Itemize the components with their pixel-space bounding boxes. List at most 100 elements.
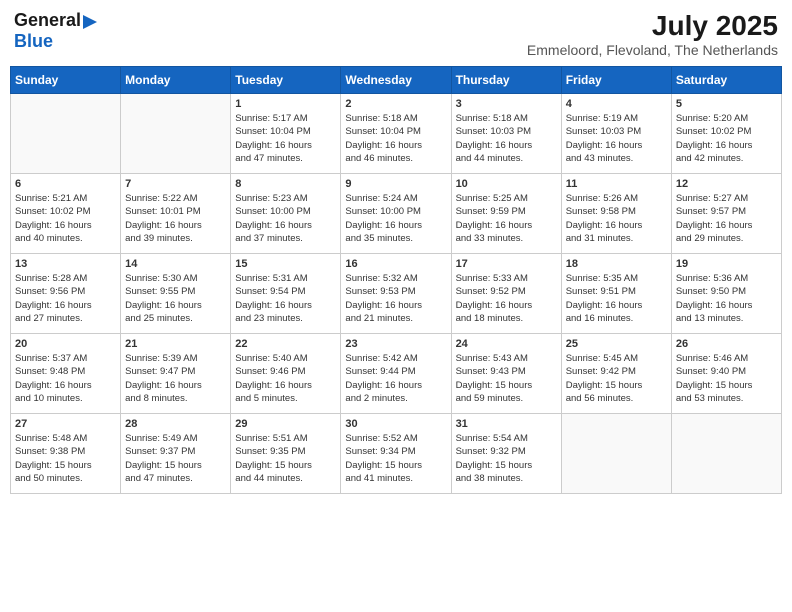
calendar-cell: 31 Sunrise: 5:54 AM Sunset: 9:32 PM Dayli… [451,414,561,494]
day-number: 20 [15,338,116,350]
day-info: Sunrise: 5:22 AM Sunset: 10:01 PM Daylig… [125,192,226,245]
weekday-header-wednesday: Wednesday [341,67,451,94]
day-info: Sunrise: 5:45 AM Sunset: 9:42 PM Dayligh… [566,352,667,405]
day-info: Sunrise: 5:49 AM Sunset: 9:37 PM Dayligh… [125,432,226,485]
weekday-header-row: SundayMondayTuesdayWednesdayThursdayFrid… [11,67,782,94]
day-info: Sunrise: 5:27 AM Sunset: 9:57 PM Dayligh… [676,192,777,245]
location-subtitle: Emmeloord, Flevoland, The Netherlands [527,42,778,58]
calendar-cell: 14Sunrise: 5:30 AM Sunset: 9:55 PM Dayli… [121,254,231,334]
day-info: Sunrise: 5:26 AM Sunset: 9:58 PM Dayligh… [566,192,667,245]
day-info: Sunrise: 5:32 AM Sunset: 9:53 PM Dayligh… [345,272,446,325]
day-number: 27 [15,418,116,430]
weekday-header-monday: Monday [121,67,231,94]
logo-arrow-icon [83,15,101,29]
calendar-cell: 13Sunrise: 5:28 AM Sunset: 9:56 PM Dayli… [11,254,121,334]
week-row-3: 13Sunrise: 5:28 AM Sunset: 9:56 PM Dayli… [11,254,782,334]
logo-text-general: General [14,10,81,31]
calendar-cell: 1 Sunrise: 5:17 AM Sunset: 10:04 PM Dayli… [231,94,341,174]
day-number: 15 [235,258,336,270]
calendar-table: SundayMondayTuesdayWednesdayThursdayFrid… [10,66,782,494]
day-number: 24 [456,338,557,350]
calendar-cell: 25 Sunrise: 5:45 AM Sunset: 9:42 PM Dayli… [561,334,671,414]
day-info: Sunrise: 5:23 AM Sunset: 10:00 PM Daylig… [235,192,336,245]
logo-text-blue: Blue [14,31,53,51]
calendar-cell: 26 Sunrise: 5:46 AM Sunset: 9:40 PM Dayli… [671,334,781,414]
calendar-cell: 4 Sunrise: 5:19 AM Sunset: 10:03 PM Dayli… [561,94,671,174]
calendar-cell: 19 Sunrise: 5:36 AM Sunset: 9:50 PM Dayli… [671,254,781,334]
title-section: July 2025 Emmeloord, Flevoland, The Neth… [527,10,778,58]
day-number: 31 [456,418,557,430]
day-info: Sunrise: 5:42 AM Sunset: 9:44 PM Dayligh… [345,352,446,405]
day-number: 29 [235,418,336,430]
week-row-1: 1 Sunrise: 5:17 AM Sunset: 10:04 PM Dayli… [11,94,782,174]
day-info: Sunrise: 5:33 AM Sunset: 9:52 PM Dayligh… [456,272,557,325]
calendar-cell: 2Sunrise: 5:18 AM Sunset: 10:04 PM Dayli… [341,94,451,174]
calendar-cell: 6 Sunrise: 5:21 AM Sunset: 10:02 PM Dayli… [11,174,121,254]
day-info: Sunrise: 5:18 AM Sunset: 10:03 PM Daylig… [456,112,557,165]
day-info: Sunrise: 5:39 AM Sunset: 9:47 PM Dayligh… [125,352,226,405]
day-info: Sunrise: 5:46 AM Sunset: 9:40 PM Dayligh… [676,352,777,405]
day-number: 26 [676,338,777,350]
day-info: Sunrise: 5:37 AM Sunset: 9:48 PM Dayligh… [15,352,116,405]
day-info: Sunrise: 5:48 AM Sunset: 9:38 PM Dayligh… [15,432,116,485]
calendar-cell: 3 Sunrise: 5:18 AM Sunset: 10:03 PM Dayli… [451,94,561,174]
day-info: Sunrise: 5:25 AM Sunset: 9:59 PM Dayligh… [456,192,557,245]
day-info: Sunrise: 5:43 AM Sunset: 9:43 PM Dayligh… [456,352,557,405]
month-year-title: July 2025 [527,10,778,42]
calendar-cell: 5 Sunrise: 5:20 AM Sunset: 10:02 PM Dayli… [671,94,781,174]
weekday-header-saturday: Saturday [671,67,781,94]
day-number: 11 [566,178,667,190]
day-number: 13 [15,258,116,270]
calendar-cell: 20 Sunrise: 5:37 AM Sunset: 9:48 PM Dayli… [11,334,121,414]
day-info: Sunrise: 5:54 AM Sunset: 9:32 PM Dayligh… [456,432,557,485]
day-number: 9 [345,178,446,190]
day-number: 3 [456,98,557,110]
day-number: 7 [125,178,226,190]
day-number: 17 [456,258,557,270]
day-number: 16 [345,258,446,270]
week-row-5: 27 Sunrise: 5:48 AM Sunset: 9:38 PM Dayli… [11,414,782,494]
calendar-cell [11,94,121,174]
day-number: 1 [235,98,336,110]
day-number: 12 [676,178,777,190]
day-number: 18 [566,258,667,270]
day-number: 23 [345,338,446,350]
day-info: Sunrise: 5:51 AM Sunset: 9:35 PM Dayligh… [235,432,336,485]
day-info: Sunrise: 5:20 AM Sunset: 10:02 PM Daylig… [676,112,777,165]
weekday-header-sunday: Sunday [11,67,121,94]
weekday-header-tuesday: Tuesday [231,67,341,94]
calendar-cell: 16 Sunrise: 5:32 AM Sunset: 9:53 PM Dayli… [341,254,451,334]
day-number: 25 [566,338,667,350]
calendar-cell: 28 Sunrise: 5:49 AM Sunset: 9:37 PM Dayli… [121,414,231,494]
day-info: Sunrise: 5:17 AM Sunset: 10:04 PM Daylig… [235,112,336,165]
day-info: Sunrise: 5:52 AM Sunset: 9:34 PM Dayligh… [345,432,446,485]
weekday-header-friday: Friday [561,67,671,94]
day-info: Sunrise: 5:18 AM Sunset: 10:04 PM Daylig… [345,112,446,165]
day-info: Sunrise: 5:35 AM Sunset: 9:51 PM Dayligh… [566,272,667,325]
calendar-cell: 8Sunrise: 5:23 AM Sunset: 10:00 PM Dayli… [231,174,341,254]
day-number: 28 [125,418,226,430]
day-info: Sunrise: 5:19 AM Sunset: 10:03 PM Daylig… [566,112,667,165]
weekday-header-thursday: Thursday [451,67,561,94]
calendar-cell: 23 Sunrise: 5:42 AM Sunset: 9:44 PM Dayli… [341,334,451,414]
calendar-cell [671,414,781,494]
calendar-cell: 9 Sunrise: 5:24 AM Sunset: 10:00 PM Dayli… [341,174,451,254]
calendar-cell: 17 Sunrise: 5:33 AM Sunset: 9:52 PM Dayli… [451,254,561,334]
day-info: Sunrise: 5:24 AM Sunset: 10:00 PM Daylig… [345,192,446,245]
day-info: Sunrise: 5:31 AM Sunset: 9:54 PM Dayligh… [235,272,336,325]
day-number: 19 [676,258,777,270]
day-number: 6 [15,178,116,190]
calendar-cell: 18 Sunrise: 5:35 AM Sunset: 9:51 PM Dayli… [561,254,671,334]
calendar-cell: 30Sunrise: 5:52 AM Sunset: 9:34 PM Dayli… [341,414,451,494]
day-number: 4 [566,98,667,110]
day-number: 22 [235,338,336,350]
calendar-cell: 22 Sunrise: 5:40 AM Sunset: 9:46 PM Dayli… [231,334,341,414]
day-info: Sunrise: 5:21 AM Sunset: 10:02 PM Daylig… [15,192,116,245]
calendar-cell: 29 Sunrise: 5:51 AM Sunset: 9:35 PM Dayli… [231,414,341,494]
day-number: 5 [676,98,777,110]
calendar-cell [121,94,231,174]
calendar-cell [561,414,671,494]
calendar-cell: 10Sunrise: 5:25 AM Sunset: 9:59 PM Dayli… [451,174,561,254]
day-info: Sunrise: 5:36 AM Sunset: 9:50 PM Dayligh… [676,272,777,325]
day-info: Sunrise: 5:40 AM Sunset: 9:46 PM Dayligh… [235,352,336,405]
